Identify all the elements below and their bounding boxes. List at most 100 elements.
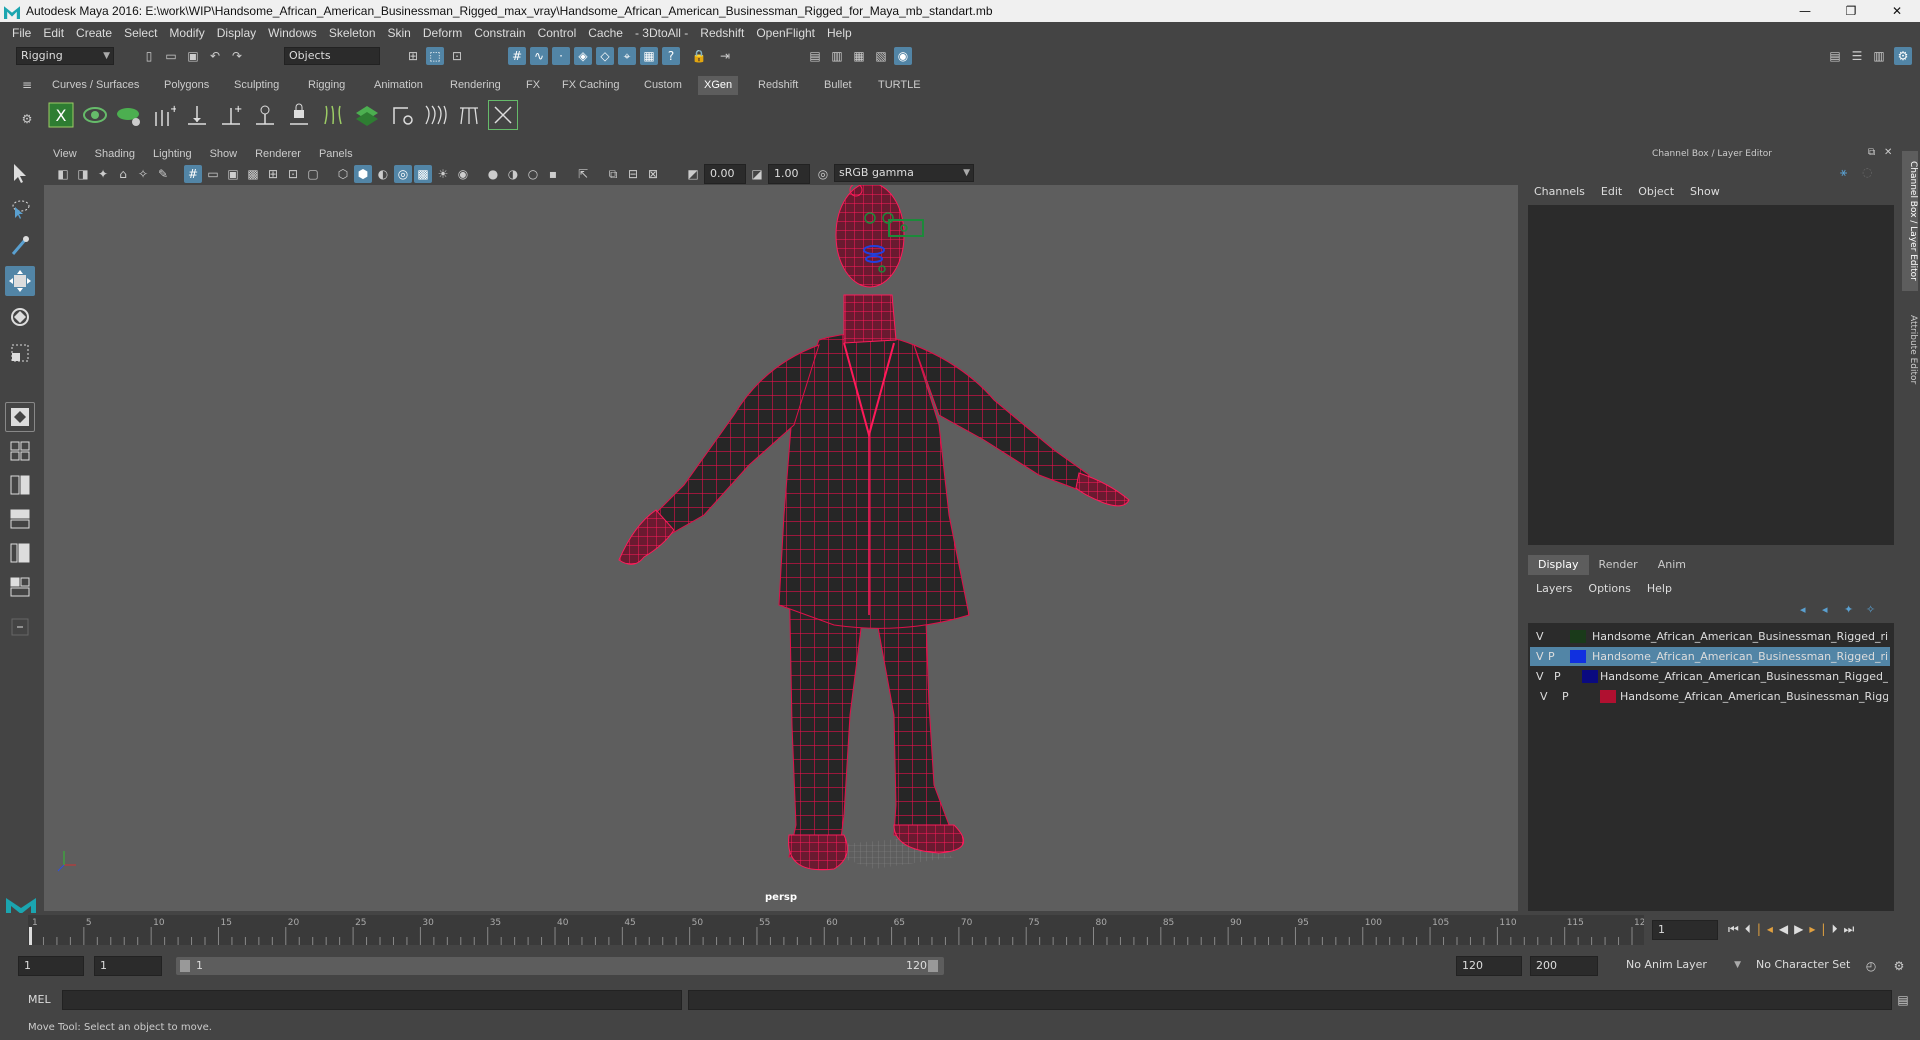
tab-fx[interactable]: FX xyxy=(520,76,546,95)
lasso-tool-icon[interactable] xyxy=(5,194,35,224)
step-forward-key-icon[interactable]: ⏵ xyxy=(1831,922,1843,936)
channel-box-area[interactable] xyxy=(1528,205,1894,545)
menu-control[interactable]: Control xyxy=(538,26,577,40)
channel-box-menu-object[interactable]: Object xyxy=(1638,185,1674,198)
new-scene-icon[interactable]: ▯ xyxy=(140,47,158,65)
select-object-icon[interactable]: ⬚ xyxy=(426,47,444,65)
character-set-dropdown[interactable]: No Character Set xyxy=(1752,957,1878,975)
tab-curves-surfaces[interactable]: Curves / Surfaces xyxy=(46,76,145,95)
attribute-editor-toggle-icon[interactable]: ▥ xyxy=(1870,47,1888,65)
menu-display[interactable]: Display xyxy=(217,26,256,40)
viewport-menu-renderer[interactable]: Renderer xyxy=(255,148,301,160)
layer-playback-toggle[interactable]: P xyxy=(1554,667,1561,686)
move-layer-down-icon[interactable]: ◂ xyxy=(1822,603,1828,616)
tab-render[interactable]: Render xyxy=(1589,555,1648,575)
image-plane-icon[interactable]: ⌂ xyxy=(114,165,132,183)
layer-playback-toggle[interactable]: P xyxy=(1562,687,1569,706)
select-tool-icon[interactable] xyxy=(5,158,35,188)
menu-skin[interactable]: Skin xyxy=(388,26,411,40)
viewport-menu-lighting[interactable]: Lighting xyxy=(153,148,192,160)
shelf-options-icon[interactable]: ⚙ xyxy=(18,110,36,128)
time-slider[interactable]: 1 5 10 15 20 25 30 35 40 45 50 55 60 65 70 75 80 85 90 95 10… xyxy=(0,913,1920,947)
xgen-sculpt-guide-icon[interactable] xyxy=(250,100,280,130)
xgen-guide-tools-icon[interactable] xyxy=(386,100,416,130)
menu-skeleton[interactable]: Skeleton xyxy=(329,26,376,40)
persp-outliner-layout-icon[interactable] xyxy=(5,538,35,568)
safe-action-icon[interactable]: ⊡ xyxy=(284,165,302,183)
menu-create[interactable]: Create xyxy=(76,26,112,40)
wireframe-icon[interactable]: ⬡ xyxy=(334,165,352,183)
view-transform-dropdown[interactable]: sRGB gamma ▼ xyxy=(834,164,974,182)
menuset-dropdown[interactable]: Rigging ▼ xyxy=(16,47,114,65)
move-layer-up-icon[interactable]: ◂ xyxy=(1800,603,1806,616)
render-view-icon[interactable]: ▤ xyxy=(806,47,824,65)
step-back-key-icon[interactable]: ⏴ xyxy=(1745,922,1757,936)
film-gate-icon[interactable]: ▭ xyxy=(204,165,222,183)
gamma-icon[interactable]: ◪ xyxy=(748,165,766,183)
close-panel-icon[interactable]: ✕ xyxy=(1884,147,1892,158)
layer-row[interactable]: V P Handsome_African_American_Businessma… xyxy=(1530,687,1890,706)
end-frame-field[interactable]: 200 xyxy=(1530,956,1598,976)
xgen-lock-guide-icon[interactable] xyxy=(284,100,314,130)
save-scene-icon[interactable]: ▣ xyxy=(184,47,202,65)
maximize-button[interactable]: ❐ xyxy=(1828,0,1874,22)
menu-edit[interactable]: Edit xyxy=(43,26,64,40)
grease-pencil-icon[interactable]: ✎ xyxy=(154,165,172,183)
xgen-hair-icon[interactable] xyxy=(420,100,450,130)
menu-select[interactable]: Select xyxy=(124,26,157,40)
layer-visibility-toggle[interactable]: V xyxy=(1536,647,1544,666)
side-tab-attribute-editor[interactable]: Attribute Editor xyxy=(1902,305,1918,395)
menu-cache[interactable]: Cache xyxy=(588,26,623,40)
exposure-icon[interactable]: ◩ xyxy=(684,165,702,183)
snap-live-icon[interactable]: ⌖ xyxy=(618,47,636,65)
viewport-menu-view[interactable]: View xyxy=(53,148,77,160)
xgen-guides-to-curves-icon[interactable] xyxy=(318,100,348,130)
menu-constrain[interactable]: Constrain xyxy=(474,26,525,40)
layer-row[interactable]: V P Handsome_African_American_Businessma… xyxy=(1530,647,1890,666)
current-time-marker[interactable] xyxy=(29,927,32,945)
anti-aliasing-icon[interactable]: ◑ xyxy=(504,165,522,183)
layer-menu-options[interactable]: Options xyxy=(1588,582,1630,595)
backface-culling-icon[interactable]: ⊠ xyxy=(644,165,662,183)
viewport-menu-show[interactable]: Show xyxy=(210,148,238,160)
scale-tool-icon[interactable] xyxy=(5,338,35,368)
snap-grid-icon[interactable]: # xyxy=(508,47,526,65)
tab-rigging[interactable]: Rigging xyxy=(302,76,351,95)
bookmark-icon[interactable]: ✦ xyxy=(94,165,112,183)
tab-polygons[interactable]: Polygons xyxy=(158,76,215,95)
gamma-field[interactable]: 1.00 xyxy=(768,164,810,184)
layer-color-swatch[interactable] xyxy=(1570,650,1586,663)
menu-deform[interactable]: Deform xyxy=(423,26,462,40)
play-backward-icon[interactable]: ◀ xyxy=(1779,922,1794,936)
lock-icon[interactable]: 🔒 xyxy=(690,47,708,65)
shelf-menu-icon[interactable]: ≡ xyxy=(18,76,36,94)
hypershade-layout-icon[interactable] xyxy=(5,572,35,602)
viewport-menu-shading[interactable]: Shading xyxy=(95,148,135,160)
viewport-menu-panels[interactable]: Panels xyxy=(319,148,353,160)
xgen-collection-icon[interactable] xyxy=(114,100,144,130)
xgen-preview-icon[interactable] xyxy=(80,100,110,130)
smooth-shade-icon[interactable]: ⬢ xyxy=(354,165,372,183)
tab-xgen[interactable]: XGen xyxy=(698,76,739,95)
layer-color-swatch[interactable] xyxy=(1570,630,1586,643)
snap-point-icon[interactable]: ⋅ xyxy=(552,47,570,65)
tab-rendering[interactable]: Rendering xyxy=(444,76,507,95)
layer-row[interactable]: V P Handsome_African_American_Businessma… xyxy=(1530,667,1890,686)
playback-start-field[interactable]: 1 xyxy=(94,956,162,976)
xgen-add-guides-icon[interactable]: + xyxy=(148,100,178,130)
grid-toggle-icon[interactable]: # xyxy=(184,165,202,183)
layer-color-swatch[interactable] xyxy=(1582,670,1598,683)
resolution-gate-icon[interactable]: ▣ xyxy=(224,165,242,183)
minimize-button[interactable]: — xyxy=(1782,0,1828,22)
layer-visibility-toggle[interactable]: V xyxy=(1536,667,1544,686)
menu-help[interactable]: Help xyxy=(827,26,852,40)
xgen-place-guide-icon[interactable] xyxy=(182,100,212,130)
range-start-handle[interactable] xyxy=(180,960,190,972)
shadows-icon[interactable]: ☀ xyxy=(434,165,452,183)
xray-components-icon[interactable]: ⊟ xyxy=(624,165,642,183)
new-layer-icon[interactable]: ✦ xyxy=(1844,603,1853,616)
single-perspective-layout-icon[interactable] xyxy=(5,402,35,432)
persp-graph-layout-icon[interactable] xyxy=(5,504,35,534)
layer-visibility-toggle[interactable]: V xyxy=(1536,627,1544,646)
layer-menu-help[interactable]: Help xyxy=(1647,582,1672,595)
